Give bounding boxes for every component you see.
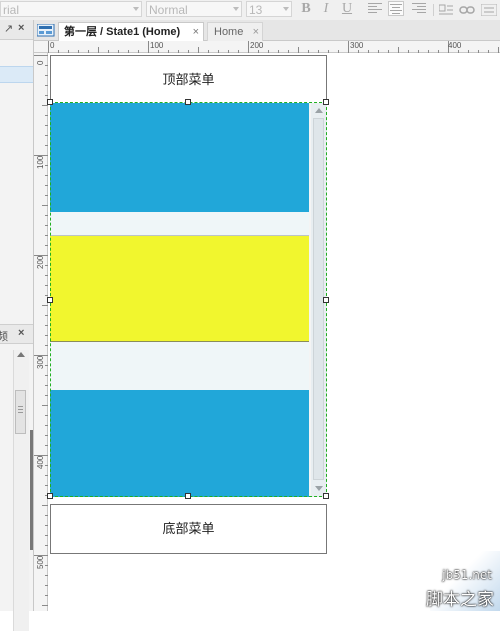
left-panel-scrollbar[interactable] bbox=[13, 350, 29, 631]
resize-handle[interactable] bbox=[323, 493, 329, 499]
ruler-label: 100 bbox=[150, 41, 164, 50]
left-panel: ↗ × 频 × bbox=[0, 20, 34, 631]
align-center-icon[interactable] bbox=[388, 1, 404, 16]
panel2-label: 频 bbox=[0, 331, 8, 343]
tab-state1-home[interactable]: 第一层 / State1 (Home) × bbox=[58, 22, 204, 41]
page-tab-bar: 第一层 / State1 (Home) × Home × bbox=[34, 20, 500, 41]
scroll-up-icon[interactable] bbox=[17, 352, 25, 357]
chevron-down-icon bbox=[283, 7, 289, 11]
underline-button[interactable]: U bbox=[339, 0, 355, 18]
font-family-select[interactable]: rial bbox=[0, 1, 142, 17]
left-panel2-header: 频 × bbox=[0, 324, 33, 344]
resize-handle[interactable] bbox=[323, 99, 329, 105]
close-icon[interactable]: × bbox=[18, 327, 24, 339]
resize-handle[interactable] bbox=[185, 99, 191, 105]
left-panel-header: ↗ × bbox=[0, 20, 33, 40]
resize-handle[interactable] bbox=[323, 297, 329, 303]
font-size-select[interactable]: 13 bbox=[246, 1, 292, 17]
page-tree-selected-item[interactable] bbox=[0, 66, 33, 83]
ruler-label: 500 bbox=[36, 555, 45, 569]
ruler-label: 400 bbox=[448, 41, 462, 50]
ruler-label: 300 bbox=[36, 355, 45, 369]
chevron-down-icon bbox=[233, 7, 239, 11]
font-style-value: Normal bbox=[149, 3, 188, 17]
watermark-name: 脚本之家 bbox=[426, 590, 494, 610]
ruler-ticks bbox=[48, 41, 499, 53]
panel-splitter[interactable] bbox=[30, 430, 33, 550]
bottom-menu-label: 底部菜单 bbox=[162, 521, 215, 536]
align-left-icon[interactable] bbox=[368, 3, 382, 15]
ruler-label: 400 bbox=[36, 455, 45, 469]
resize-handle[interactable] bbox=[47, 493, 53, 499]
top-menu-widget[interactable]: 顶部菜单 bbox=[50, 55, 327, 105]
tab-label: 第一层 / State1 (Home) bbox=[64, 26, 181, 38]
watermark-site: jb51.net bbox=[442, 568, 492, 582]
close-icon[interactable]: × bbox=[253, 23, 259, 42]
ruler-label: 0 bbox=[36, 60, 45, 65]
text-format-icon[interactable] bbox=[480, 3, 498, 19]
design-canvas[interactable]: 顶部菜单 底部菜单 bbox=[47, 53, 500, 611]
font-family-value: rial bbox=[3, 3, 20, 17]
ruler-label: 0 bbox=[50, 41, 55, 50]
resize-handle[interactable] bbox=[47, 297, 53, 303]
ruler-label: 100 bbox=[36, 155, 45, 169]
toolbar-divider bbox=[433, 4, 434, 16]
ruler-label: 200 bbox=[250, 41, 264, 50]
ruler-label: 300 bbox=[350, 41, 364, 50]
font-style-select[interactable]: Normal bbox=[146, 1, 242, 17]
pin-icon[interactable]: ↗ bbox=[4, 22, 13, 35]
align-right-icon[interactable] bbox=[412, 3, 426, 15]
vertical-ruler: 0 100 200 300 400 500 bbox=[34, 53, 48, 611]
top-menu-label: 顶部菜单 bbox=[162, 72, 215, 87]
horizontal-ruler: 0 100 200 300 400 bbox=[34, 41, 500, 53]
ruler-label: 200 bbox=[36, 255, 45, 269]
font-size-value: 13 bbox=[249, 3, 263, 17]
close-icon[interactable]: × bbox=[193, 23, 199, 42]
link-icon[interactable] bbox=[459, 4, 475, 19]
close-icon[interactable]: × bbox=[18, 22, 24, 34]
scrollbar-thumb[interactable] bbox=[15, 390, 26, 434]
bold-button[interactable]: B bbox=[298, 0, 314, 18]
chevron-down-icon bbox=[133, 7, 139, 11]
tab-home[interactable]: Home × bbox=[207, 22, 263, 41]
ruler-ticks bbox=[34, 55, 48, 606]
resize-handle[interactable] bbox=[47, 99, 53, 105]
selection-outline bbox=[50, 102, 327, 497]
resize-handle[interactable] bbox=[185, 493, 191, 499]
formatting-toolbar: rial Normal 13 B I U bbox=[0, 0, 500, 21]
italic-button[interactable]: I bbox=[319, 0, 333, 18]
bottom-menu-widget[interactable]: 底部菜单 bbox=[50, 504, 327, 554]
tab-label: Home bbox=[214, 26, 244, 38]
sitemap-icon[interactable] bbox=[36, 23, 55, 40]
text-list-icon[interactable] bbox=[438, 4, 453, 19]
